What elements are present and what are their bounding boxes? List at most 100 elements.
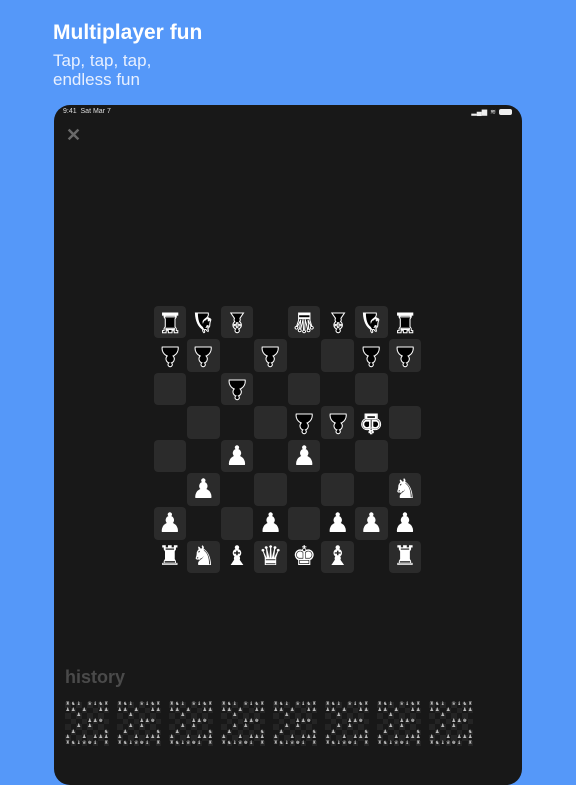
black-piece-icon[interactable]: ♞ bbox=[359, 307, 384, 338]
board-square[interactable]: ♝ bbox=[221, 541, 254, 574]
white-piece-icon[interactable]: ♟ bbox=[158, 509, 182, 537]
board-square[interactable]: ♝ bbox=[321, 306, 354, 339]
white-piece-icon[interactable]: ♜ bbox=[158, 543, 182, 570]
history-thumbnail[interactable]: ♜ ♞ ♝ ♛ ♝ ♞ ♜ ♟ ♟ ♟ ♟ ♟ ♟ ♟ ♟ ♚ ♟ ♟ ♟ ♞ ♟ ♟ ♟ ♟ ♟ ♜ ♞ ♝ ♛ ♚ ♝ ♜ bbox=[325, 701, 369, 746]
black-piece-icon[interactable]: ♟ bbox=[292, 408, 317, 439]
white-piece-icon[interactable]: ♞ bbox=[393, 476, 417, 503]
board-square[interactable] bbox=[355, 439, 388, 473]
board-square[interactable]: ♜ bbox=[154, 541, 187, 574]
chess-board[interactable]: ♜ ♞ ♝ ♛ ♝ ♞ ♜ ♟ ♟ ♟ ♟ ♟ ♟ ♟ ♟ ♚ ♟ ♟ ♟ ♞ ♟ ♟ ♟ ♟ ♟ ♜ ♞ ♝ ♛ ♚ ♝ ♜ bbox=[153, 305, 422, 574]
board-square[interactable]: ♟ bbox=[388, 339, 422, 372]
board-square[interactable]: ♛ bbox=[254, 540, 287, 574]
board-square[interactable]: ♟ bbox=[153, 507, 187, 540]
black-piece-icon[interactable]: ♜ bbox=[157, 307, 182, 338]
white-piece-icon[interactable]: ♟ bbox=[225, 442, 249, 470]
black-piece-icon[interactable]: ♝ bbox=[224, 307, 249, 338]
board-square[interactable] bbox=[388, 406, 422, 439]
board-square[interactable] bbox=[254, 373, 287, 406]
board-square[interactable] bbox=[321, 440, 354, 473]
board-square[interactable]: ♞ bbox=[187, 540, 220, 574]
board-square[interactable]: ♞ bbox=[355, 305, 388, 339]
history-thumbnail[interactable]: ♜ ♞ ♝ ♛ ♝ ♞ ♜ ♟ ♟ ♟ ♟ ♟ ♟ ♟ ♟ ♚ ♟ ♟ ♟ ♞ ♟ ♟ ♟ ♟ ♟ ♜ ♞ ♝ ♛ ♚ ♝ ♜ bbox=[221, 701, 265, 746]
board-square[interactable] bbox=[254, 440, 287, 473]
board-square[interactable]: ♝ bbox=[321, 540, 355, 574]
board-square[interactable]: ♟ bbox=[187, 473, 220, 507]
black-piece-icon[interactable]: ♟ bbox=[191, 340, 216, 371]
board-square[interactable]: ♜ bbox=[388, 540, 422, 574]
board-square[interactable] bbox=[154, 473, 187, 506]
board-square[interactable] bbox=[187, 507, 220, 540]
black-piece-icon[interactable]: ♟ bbox=[224, 374, 249, 405]
close-icon[interactable]: ✕ bbox=[66, 125, 81, 146]
white-piece-icon[interactable]: ♟ bbox=[258, 509, 282, 537]
board-square[interactable]: ♟ bbox=[389, 507, 422, 540]
board-square[interactable]: ♟ bbox=[355, 507, 388, 540]
board-square[interactable]: ♟ bbox=[254, 507, 287, 540]
board-square[interactable]: ♛ bbox=[287, 305, 321, 339]
white-piece-icon[interactable]: ♛ bbox=[258, 543, 282, 570]
board-square[interactable]: ♟ bbox=[220, 372, 254, 406]
black-piece-icon[interactable]: ♟ bbox=[258, 340, 283, 371]
black-piece-icon[interactable]: ♝ bbox=[325, 307, 350, 338]
board-square[interactable] bbox=[187, 373, 220, 406]
black-piece-icon[interactable]: ♚ bbox=[359, 408, 384, 439]
history-thumbnail[interactable]: ♜ ♞ ♝ ♛ ♝ ♞ ♜ ♟ ♟ ♟ ♟ ♟ ♟ ♟ ♟ ♚ ♟ ♟ ♟ ♞ ♟ ♟ ♟ ♟ ♟ ♜ ♞ ♝ ♛ ♚ ♝ ♜ bbox=[117, 701, 161, 746]
white-piece-icon[interactable]: ♝ bbox=[225, 543, 249, 570]
board-square[interactable]: ♟ bbox=[287, 439, 321, 473]
board-square[interactable]: ♟ bbox=[187, 339, 220, 372]
white-piece-icon[interactable]: ♟ bbox=[191, 476, 215, 503]
board-square[interactable]: ♚ bbox=[355, 406, 388, 439]
board-square[interactable] bbox=[254, 473, 287, 507]
board-square[interactable] bbox=[254, 406, 287, 439]
history-thumbnail[interactable]: ♜ ♞ ♝ ♛ ♝ ♞ ♜ ♟ ♟ ♟ ♟ ♟ ♟ ♟ ♟ ♚ ♟ ♟ ♟ ♞ ♟ ♟ ♟ ♟ ♟ ♜ ♞ ♝ ♛ ♚ ♝ ♜ bbox=[273, 701, 317, 746]
history-thumbnail[interactable]: ♜ ♞ ♝ ♛ ♝ ♞ ♜ ♟ ♟ ♟ ♟ ♟ ♟ ♟ ♟ ♚ ♟ ♟ ♟ ♞ ♟ ♟ ♟ ♟ ♟ ♜ ♞ ♝ ♛ ♚ ♝ ♜ bbox=[377, 701, 421, 746]
board-square[interactable] bbox=[254, 306, 287, 339]
board-square[interactable] bbox=[221, 406, 254, 439]
board-square[interactable]: ♟ bbox=[288, 406, 321, 439]
board-square[interactable]: ♟ bbox=[321, 507, 354, 540]
white-piece-icon[interactable]: ♝ bbox=[326, 543, 350, 570]
white-piece-icon[interactable]: ♟ bbox=[393, 509, 417, 537]
board-square[interactable] bbox=[287, 507, 321, 540]
board-square[interactable]: ♟ bbox=[321, 406, 355, 439]
board-square[interactable] bbox=[288, 473, 321, 506]
board-square[interactable] bbox=[287, 372, 321, 406]
white-piece-icon[interactable]: ♜ bbox=[393, 543, 417, 570]
black-piece-icon[interactable]: ♛ bbox=[292, 307, 317, 338]
board-square[interactable] bbox=[288, 339, 321, 372]
board-square[interactable]: ♟ bbox=[220, 439, 254, 473]
board-square[interactable] bbox=[221, 339, 254, 372]
black-piece-icon[interactable]: ♟ bbox=[359, 340, 384, 371]
black-piece-icon[interactable]: ♞ bbox=[191, 307, 216, 338]
board-square[interactable] bbox=[221, 473, 254, 506]
history-thumbnail[interactable]: ♜ ♞ ♝ ♛ ♝ ♞ ♜ ♟ ♟ ♟ ♟ ♟ ♟ ♟ ♟ ♚ ♟ ♟ ♟ ♞ ♟ ♟ ♟ ♟ ♟ ♜ ♞ ♝ ♛ ♚ ♝ ♜ bbox=[429, 701, 473, 746]
board-square[interactable]: ♜ bbox=[153, 305, 187, 339]
black-piece-icon[interactable]: ♟ bbox=[325, 408, 350, 439]
board-square[interactable] bbox=[187, 406, 220, 439]
white-piece-icon[interactable]: ♟ bbox=[326, 509, 350, 537]
white-piece-icon[interactable]: ♞ bbox=[191, 543, 215, 570]
board-square[interactable] bbox=[321, 373, 354, 406]
board-square[interactable]: ♞ bbox=[388, 473, 422, 507]
board-square[interactable] bbox=[321, 473, 355, 507]
board-square[interactable] bbox=[154, 406, 187, 439]
board-square[interactable] bbox=[389, 440, 422, 473]
white-piece-icon[interactable]: ♟ bbox=[292, 442, 316, 470]
history-thumbnail[interactable]: ♜ ♞ ♝ ♛ ♝ ♞ ♜ ♟ ♟ ♟ ♟ ♟ ♟ ♟ ♟ ♚ ♟ ♟ ♟ ♞ ♟ ♟ ♟ ♟ ♟ ♜ ♞ ♝ ♛ ♚ ♝ ♜ bbox=[169, 701, 213, 746]
board-square[interactable]: ♟ bbox=[254, 339, 287, 372]
history-thumbnail[interactable]: ♜ ♞ ♝ ♛ ♝ ♞ ♜ ♟ ♟ ♟ ♟ ♟ ♟ ♟ ♟ ♚ ♟ ♟ ♟ ♞ ♟ ♟ ♟ ♟ ♟ ♜ ♞ ♝ ♛ ♚ ♝ ♜ bbox=[65, 701, 109, 746]
board-square[interactable] bbox=[153, 439, 187, 473]
board-square[interactable] bbox=[389, 373, 422, 406]
board-square[interactable]: ♞ bbox=[187, 306, 220, 339]
black-piece-icon[interactable]: ♜ bbox=[392, 307, 417, 338]
board-square[interactable]: ♟ bbox=[154, 339, 187, 372]
black-piece-icon[interactable]: ♟ bbox=[392, 340, 417, 371]
board-square[interactable]: ♚ bbox=[288, 541, 321, 574]
white-piece-icon[interactable]: ♚ bbox=[292, 543, 316, 570]
board-square[interactable] bbox=[355, 541, 388, 574]
board-square[interactable] bbox=[355, 372, 388, 406]
board-square[interactable] bbox=[355, 473, 388, 506]
board-square[interactable]: ♟ bbox=[355, 339, 388, 372]
board-square[interactable] bbox=[220, 507, 254, 540]
board-square[interactable] bbox=[153, 372, 187, 406]
